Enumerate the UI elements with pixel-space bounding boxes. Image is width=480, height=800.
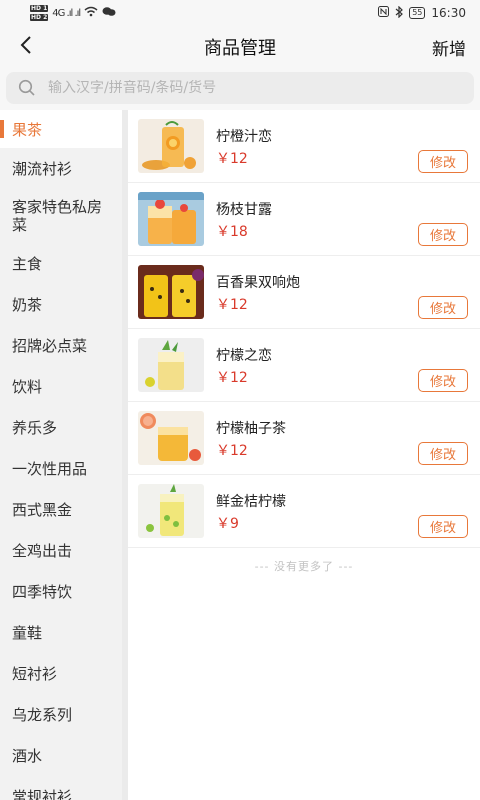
chat-icon — [102, 6, 116, 20]
product-row[interactable]: 百香果双响炮 ￥12 修改 — [128, 256, 480, 329]
list-end-text: --- 没有更多了 --- — [254, 560, 354, 573]
signal-indicator: 4G .ıl .ıl — [52, 7, 81, 19]
sidebar-item-hakka-dishes[interactable]: 客家特色私房菜 — [0, 189, 122, 243]
product-price: ￥9 — [216, 516, 239, 532]
product-name: 柠檬之恋 — [216, 348, 272, 364]
product-price: ￥12 — [216, 443, 248, 459]
sidebar-item-alcohol[interactable]: 酒水 — [0, 735, 122, 776]
product-price: ￥12 — [216, 297, 248, 313]
edit-button[interactable]: 修改 — [418, 442, 468, 465]
product-image — [138, 338, 204, 392]
product-name: 柠橙汁恋 — [216, 129, 272, 145]
product-row[interactable]: 柠檬柚子茶 ￥12 修改 — [128, 402, 480, 475]
nfc-icon — [378, 6, 390, 20]
product-image — [138, 192, 204, 246]
sidebar-item-disposables[interactable]: 一次性用品 — [0, 448, 122, 489]
edit-button[interactable]: 修改 — [418, 296, 468, 319]
status-left: HD 1 HD 2 4G .ıl .ıl — [30, 4, 116, 22]
sidebar-item-milk-tea[interactable]: 奶茶 — [0, 284, 122, 325]
sidebar-item-regular-shirts[interactable]: 常规衬衫 — [0, 776, 122, 800]
product-image — [138, 265, 204, 319]
product-image — [138, 411, 204, 465]
product-name: 柠檬柚子茶 — [216, 421, 286, 437]
product-row[interactable]: 杨枝甘露 ￥18 修改 — [128, 183, 480, 256]
add-product-button[interactable]: 新增 — [432, 35, 466, 60]
sidebar-item-staple-food[interactable]: 主食 — [0, 243, 122, 284]
product-row[interactable]: 柠橙汁恋 ￥12 修改 — [128, 110, 480, 183]
sidebar-item-drinks[interactable]: 饮料 — [0, 366, 122, 407]
status-right: 55 16:30 — [378, 5, 466, 21]
search-icon — [18, 78, 38, 98]
back-button[interactable] — [14, 34, 38, 60]
edit-button[interactable]: 修改 — [418, 369, 468, 392]
product-price: ￥18 — [216, 224, 248, 240]
sidebar-item-trendy-shirts[interactable]: 潮流衬衫 — [0, 148, 122, 189]
sidebar-item-oolong-series[interactable]: 乌龙系列 — [0, 694, 122, 735]
battery-indicator: 55 — [409, 7, 426, 19]
product-image — [138, 119, 204, 173]
category-sidebar: 果茶 潮流衬衫 客家特色私房菜 主食 奶茶 招牌必点菜 饮料 养乐多 一次性用品… — [0, 110, 122, 800]
sidebar-item-whole-chicken[interactable]: 全鸡出击 — [0, 530, 122, 571]
product-price: ￥12 — [216, 151, 248, 167]
sim1-label: HD 1 — [30, 5, 49, 12]
sidebar-item-fruit-tea[interactable]: 果茶 — [0, 110, 122, 148]
sidebar-item-seasonal-drinks[interactable]: 四季特饮 — [0, 571, 122, 612]
edit-button[interactable]: 修改 — [418, 150, 468, 173]
edit-button[interactable]: 修改 — [418, 515, 468, 538]
wifi-icon — [84, 6, 98, 20]
product-list: 柠橙汁恋 ￥12 修改 杨枝甘露 ￥18 修改 百香果双响炮 ￥12 修改 柠檬… — [128, 110, 480, 800]
product-name: 鲜金桔柠檬 — [216, 494, 286, 510]
bluetooth-icon — [395, 5, 404, 21]
status-bar: HD 1 HD 2 4G .ıl .ıl 55 16:30 — [0, 0, 480, 26]
sim2-label: HD 2 — [30, 14, 49, 21]
search-bar[interactable] — [6, 72, 474, 104]
page-title: 商品管理 — [204, 38, 276, 59]
product-image — [138, 484, 204, 538]
sidebar-item-yakult[interactable]: 养乐多 — [0, 407, 122, 448]
product-name: 杨枝甘露 — [216, 202, 272, 218]
sidebar-item-short-shirts[interactable]: 短衬衫 — [0, 653, 122, 694]
app-header: 商品管理 新增 — [0, 26, 480, 68]
sidebar-item-kids-shoes[interactable]: 童鞋 — [0, 612, 122, 653]
search-input[interactable] — [48, 80, 448, 96]
sim-indicators: HD 1 HD 2 — [30, 4, 49, 22]
product-row[interactable]: 鲜金桔柠檬 ￥9 修改 — [128, 475, 480, 548]
product-row[interactable]: 柠檬之恋 ￥12 修改 — [128, 329, 480, 402]
product-name: 百香果双响炮 — [216, 275, 300, 291]
edit-button[interactable]: 修改 — [418, 223, 468, 246]
sidebar-item-western-black-gold[interactable]: 西式黑金 — [0, 489, 122, 530]
chevron-left-icon — [19, 35, 33, 59]
status-time: 16:30 — [431, 6, 466, 20]
sidebar-item-signature-dishes[interactable]: 招牌必点菜 — [0, 325, 122, 366]
product-price: ￥12 — [216, 370, 248, 386]
